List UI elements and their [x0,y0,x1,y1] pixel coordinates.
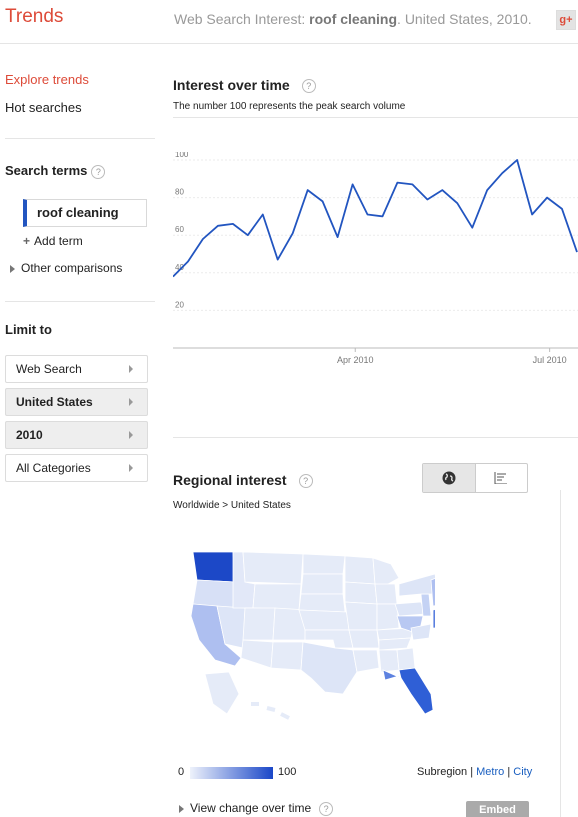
other-comparisons-toggle[interactable]: Other comparisons [10,261,122,275]
title-term: roof cleaning [309,11,398,27]
triangle-right-icon [129,398,133,406]
legend-gradient [190,767,273,779]
triangle-right-icon [10,264,15,273]
limit-category-dropdown[interactable]: All Categories [5,454,148,482]
subregion-label[interactable]: Subregion [417,766,467,778]
limit-label: Web Search [16,362,82,376]
regional-interest-heading: Regional interest? [173,472,313,489]
limit-label: All Categories [16,461,91,475]
separator: | [507,766,511,778]
map-view-button[interactable] [423,464,476,492]
add-term-button[interactable]: + Add term [23,234,83,248]
limit-to-heading: Limit to [5,322,52,337]
explore-trends-link[interactable]: Explore trends [5,72,89,87]
divider [173,437,578,438]
limit-web-search-dropdown[interactable]: Web Search [5,355,148,383]
help-icon[interactable]: ? [319,801,334,816]
divider [5,301,155,302]
title-suffix: . United States, 2010. [397,11,532,27]
interest-title: Interest over time [173,77,290,93]
legend-max: 100 [278,766,297,778]
limit-label: United States [16,395,93,409]
search-terms-heading: Search terms? [5,163,106,179]
globe-icon [442,471,456,485]
y-tick-label: 80 [175,188,184,197]
trends-logo[interactable]: Trends [5,6,63,28]
separator: | [470,766,474,778]
search-terms-label: Search terms [5,163,88,178]
limit-country-dropdown[interactable]: United States [5,388,148,416]
city-link[interactable]: City [513,766,532,778]
interest-line-chart: 20406080100Apr 2010 Jul 2010 [173,152,578,365]
embed-button[interactable]: Embed [466,801,529,817]
bar-list-icon [494,472,508,484]
divider [560,490,561,817]
plus-icon: + [23,234,31,248]
interest-over-time-heading: Interest over time? [173,77,316,94]
sidebar: Explore trends Hot searches Search terms… [0,44,160,817]
triangle-right-icon [129,431,133,439]
metro-link[interactable]: Metro [476,766,504,778]
regional-breadcrumb[interactable]: Worldwide > United States [173,500,291,511]
header: Trends Web Search Interest: roof cleanin… [0,0,578,44]
triangle-right-icon [129,365,133,373]
y-tick-label: 100 [175,152,189,159]
us-regional-map[interactable] [185,544,435,724]
subregion-links: Subregion | Metro | City [417,766,532,778]
help-icon[interactable]: ? [301,79,316,94]
list-view-button[interactable] [476,464,528,492]
add-term-label: Add term [34,234,83,248]
title-prefix: Web Search Interest: [174,11,310,27]
help-icon[interactable]: ? [298,474,313,489]
y-tick-label: 20 [175,300,184,309]
triangle-right-icon [129,464,133,472]
divider [173,117,578,118]
map-legend: 0 100 Subregion | Metro | City [173,766,533,782]
triangle-right-icon [179,804,184,813]
divider [5,138,155,139]
regional-title: Regional interest [173,472,287,488]
legend-min: 0 [178,766,185,778]
view-change-toggle[interactable]: View change over time? [179,801,334,816]
search-term-roof-cleaning[interactable]: roof cleaning [23,199,147,227]
x-tick-label: Jul 2010 [533,355,567,365]
view-change-label: View change over time [190,801,312,815]
interest-subtitle: The number 100 represents the peak searc… [173,101,406,112]
limit-year-dropdown[interactable]: 2010 [5,421,148,449]
help-icon[interactable]: ? [91,164,106,179]
interest-chart: 20 40 60 80 100 Apr 2010 Jul 2010 [173,152,578,382]
limit-label: 2010 [16,428,43,442]
x-tick-label: Apr 2010 [337,355,374,365]
page-title: Web Search Interest: roof cleaning. Unit… [174,11,532,27]
y-tick-label: 60 [175,225,184,234]
google-plus-icon[interactable]: g+ [556,10,576,30]
other-comparisons-label: Other comparisons [21,261,123,275]
view-toggle [422,463,528,493]
series-line [173,159,578,278]
hot-searches-link[interactable]: Hot searches [5,100,82,115]
